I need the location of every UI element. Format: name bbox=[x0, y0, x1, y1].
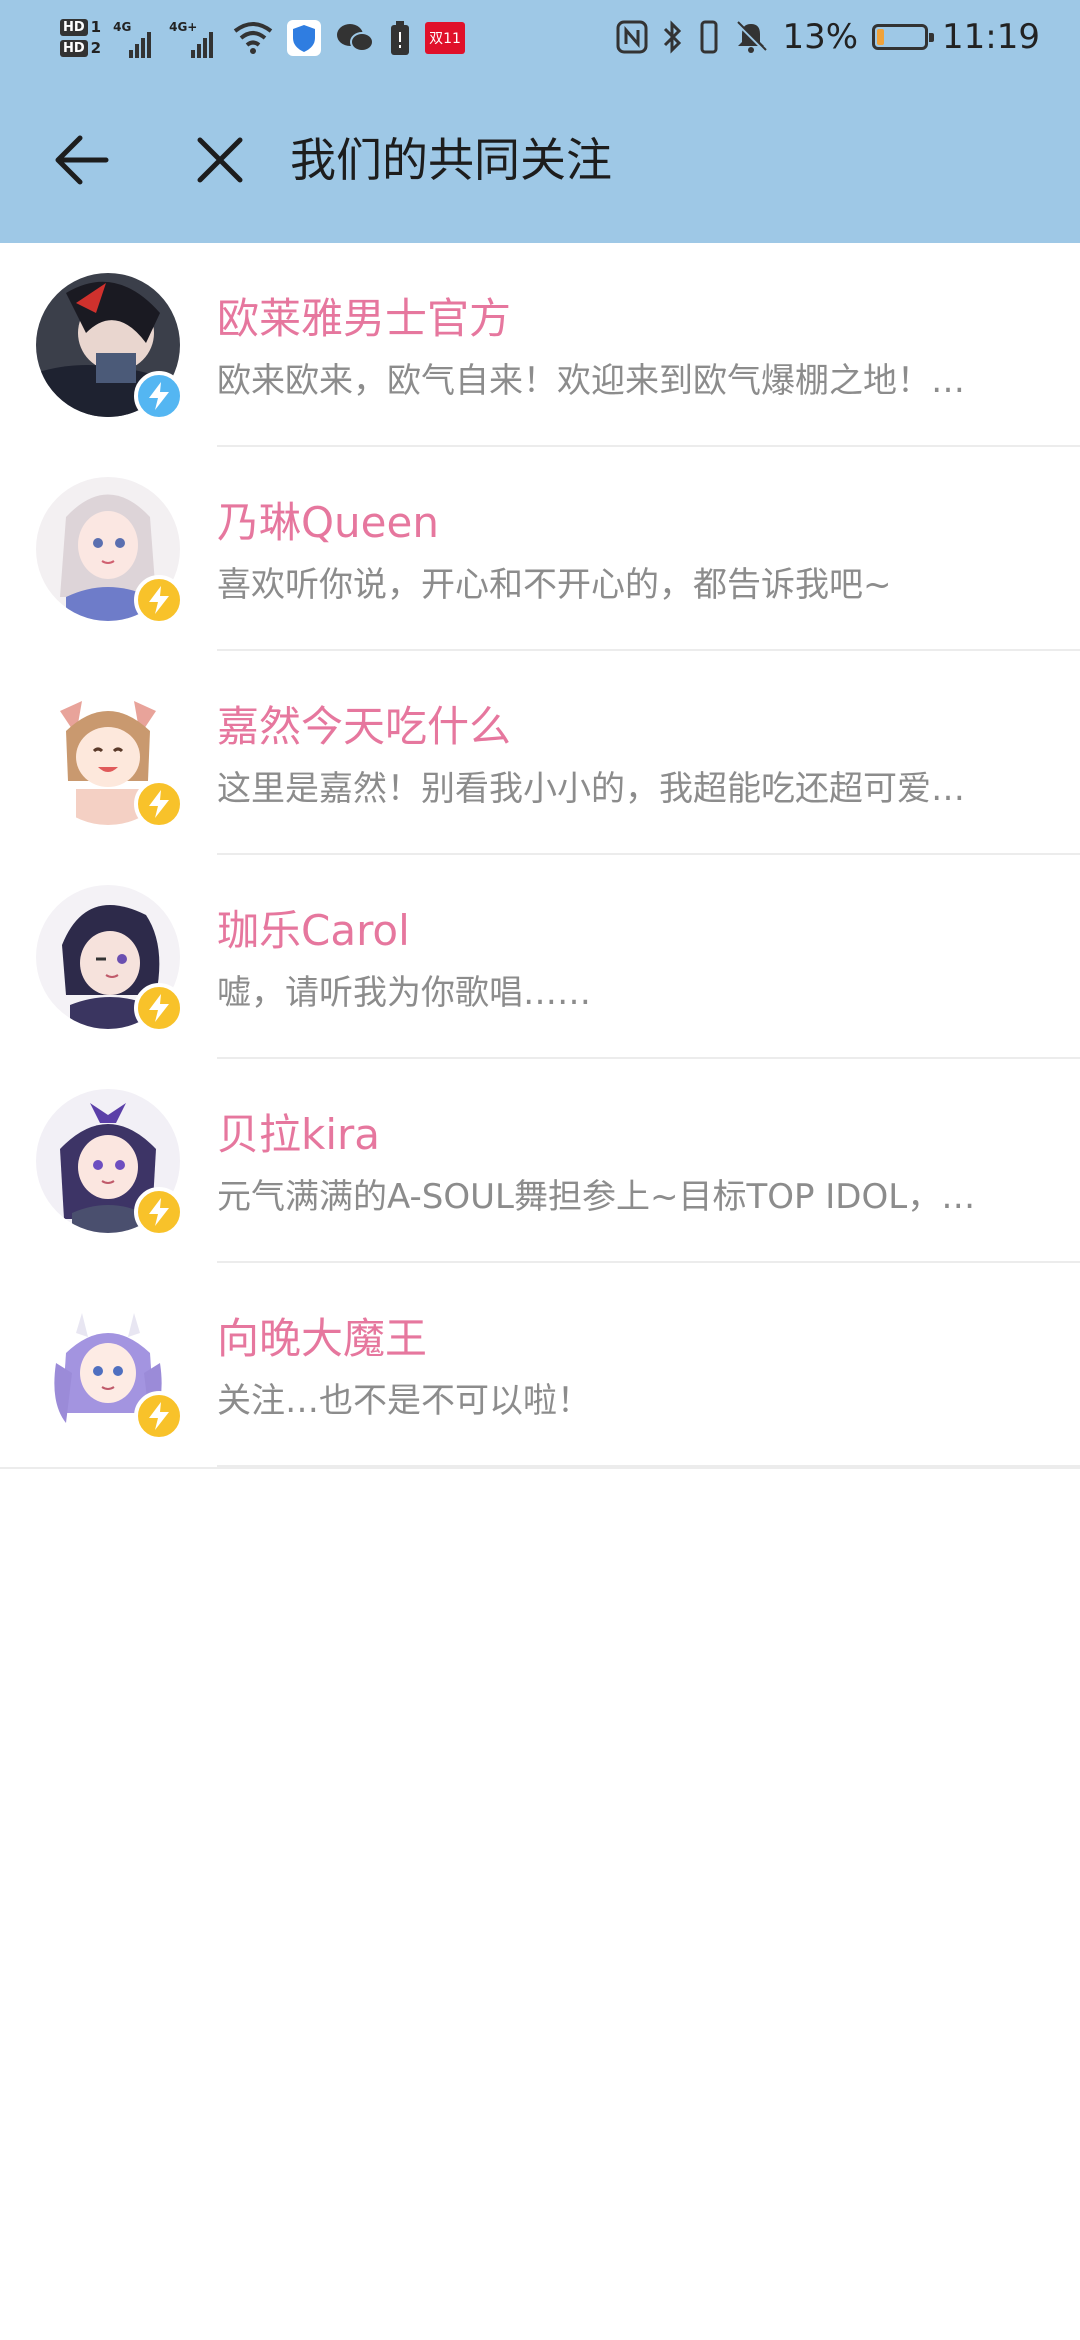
page-title: 我们的共同关注 bbox=[290, 133, 612, 187]
app-header: HD 1 HD 2 4G 4G+ 双11 13% 11:19 我们的共同关注 bbox=[0, 0, 1080, 243]
lightning-icon bbox=[134, 1391, 184, 1441]
list-bottom-divider bbox=[0, 1467, 1080, 1469]
list-item[interactable]: 贝拉kira 元气满满的A-SOUL舞担参上~目标TOP IDOL，… bbox=[0, 1059, 1080, 1263]
bluetooth-icon bbox=[662, 19, 684, 55]
list-item[interactable]: 乃琳Queen 喜欢听你说，开心和不开心的，都告诉我吧~ bbox=[0, 447, 1080, 651]
list-item[interactable]: 欧莱雅男士官方 欧来欧来，欧气自来！欢迎来到欧气爆棚之地！… bbox=[0, 243, 1080, 447]
status-bar: HD 1 HD 2 4G 4G+ 双11 13% 11:19 bbox=[0, 0, 1080, 70]
lightning-icon bbox=[134, 371, 184, 421]
list-item[interactable]: 向晚大魔王 关注…也不是不可以啦！ bbox=[0, 1263, 1080, 1467]
list-item[interactable]: 珈乐Carol 嘘，请听我为你歌唱…… bbox=[0, 855, 1080, 1059]
battery-saver-icon bbox=[389, 20, 411, 56]
battery-percent: 13% bbox=[782, 17, 859, 57]
mute-icon bbox=[734, 20, 768, 54]
user-name: 欧莱雅男士官方 bbox=[217, 294, 512, 343]
shield-icon bbox=[287, 20, 322, 56]
list-item[interactable]: 嘉然今天吃什么 这里是嘉然！别看我小小的，我超能吃还超可爱… bbox=[0, 651, 1080, 855]
common-follows-list: 欧莱雅男士官方 欧来欧来，欧气自来！欢迎来到欧气爆棚之地！… 乃琳Queen 喜… bbox=[0, 243, 1080, 1469]
lightning-icon bbox=[134, 983, 184, 1033]
clock: 11:19 bbox=[942, 17, 1040, 57]
lightning-icon bbox=[134, 575, 184, 625]
user-description: 嘘，请听我为你歌唱…… bbox=[217, 973, 591, 1013]
battery-icon bbox=[872, 24, 935, 50]
signal-icon: 4G+ bbox=[169, 18, 219, 58]
arrow-left-icon[interactable] bbox=[50, 130, 120, 190]
lightning-icon bbox=[134, 779, 184, 829]
user-name: 贝拉kira bbox=[217, 1110, 380, 1159]
user-name: 珈乐Carol bbox=[217, 906, 410, 955]
wechat-icon bbox=[335, 21, 375, 55]
lightning-icon bbox=[134, 1187, 184, 1237]
user-description: 元气满满的A-SOUL舞担参上~目标TOP IDOL，… bbox=[217, 1177, 976, 1217]
close-icon[interactable] bbox=[190, 130, 250, 190]
user-description: 关注…也不是不可以啦！ bbox=[217, 1381, 591, 1421]
user-name: 乃琳Queen bbox=[217, 498, 439, 547]
user-name: 嘉然今天吃什么 bbox=[217, 702, 512, 751]
user-description: 欧来欧来，欧气自来！欢迎来到欧气爆棚之地！… bbox=[217, 361, 965, 401]
user-name: 向晚大魔王 bbox=[217, 1314, 428, 1363]
toolbar: 我们的共同关注 bbox=[0, 110, 1080, 210]
user-description: 喜欢听你说，开心和不开心的，都告诉我吧~ bbox=[217, 565, 892, 605]
promo-badge: 双11 bbox=[425, 22, 465, 54]
signal-icon: 4G bbox=[113, 18, 157, 58]
nfc-icon bbox=[616, 20, 648, 54]
wifi-icon bbox=[233, 21, 273, 55]
hd-indicators: HD 1 HD 2 bbox=[60, 19, 101, 57]
vibrate-icon bbox=[698, 19, 720, 55]
user-description: 这里是嘉然！别看我小小的，我超能吃还超可爱… bbox=[217, 769, 965, 809]
